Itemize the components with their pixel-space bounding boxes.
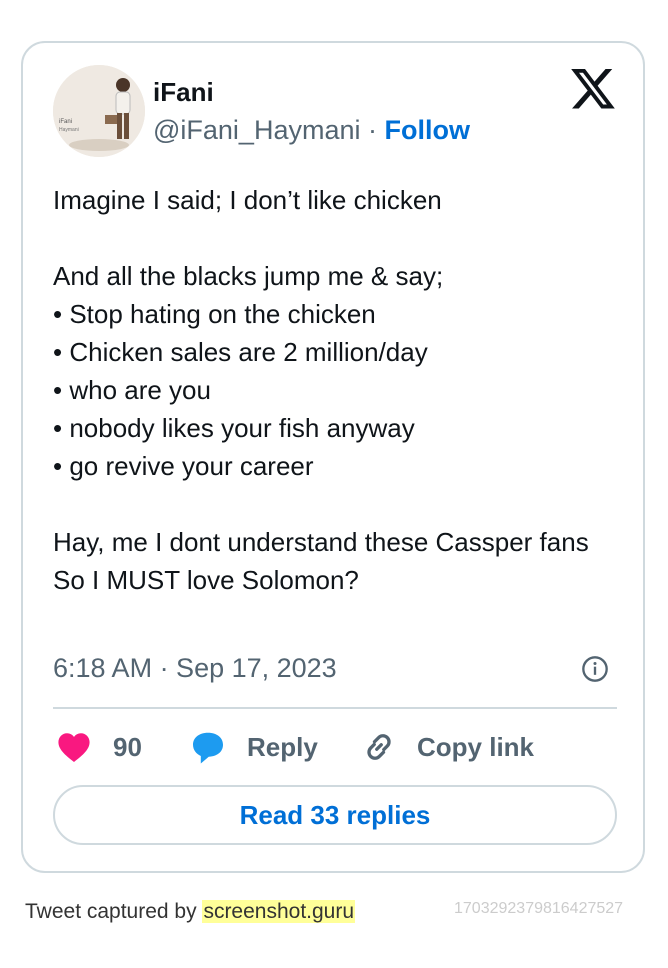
speech-bubble-icon [193, 732, 223, 764]
follow-link[interactable]: Follow [384, 115, 469, 145]
info-icon[interactable] [581, 655, 609, 683]
separator: · [360, 115, 385, 145]
site-link[interactable]: screenshot.guru [202, 900, 356, 923]
divider [53, 707, 617, 709]
like-count: 90 [113, 731, 142, 762]
author-handle[interactable]: @iFani_Haymani [153, 115, 360, 145]
reply-button[interactable]: Reply [189, 727, 318, 767]
tweet-text: Imagine I said; I don’t like chicken And… [53, 185, 589, 595]
link-icon [367, 734, 391, 760]
timestamp[interactable]: 6:18 AM · Sep 17, 2023 [53, 653, 337, 684]
handle-line: @iFani_Haymani · Follow [153, 115, 470, 146]
like-button[interactable]: 90 [57, 727, 142, 767]
action-bar: 90 Reply Copy link [53, 727, 617, 767]
footer-caption: Tweet captured by screenshot.guru [25, 900, 356, 924]
read-replies-button[interactable]: Read 33 replies [53, 785, 617, 845]
copy-link-button[interactable]: Copy link [361, 727, 534, 767]
copy-link-label: Copy link [417, 731, 535, 762]
tweet-id: 1703292379816427527 [454, 900, 624, 917]
heart-icon [58, 733, 90, 763]
svg-text:iFani: iFani [59, 119, 72, 125]
reply-label: Reply [247, 731, 318, 762]
author-name[interactable]: iFani [153, 77, 214, 108]
avatar[interactable]: iFani Haymani [53, 65, 145, 157]
tweet-card: iFani Haymani iFani @iFani_Haymani · Fol… [21, 41, 645, 873]
x-logo-icon[interactable] [571, 69, 615, 109]
captured-by-text: Tweet captured by [25, 900, 203, 923]
svg-text:Haymani: Haymani [59, 127, 79, 133]
